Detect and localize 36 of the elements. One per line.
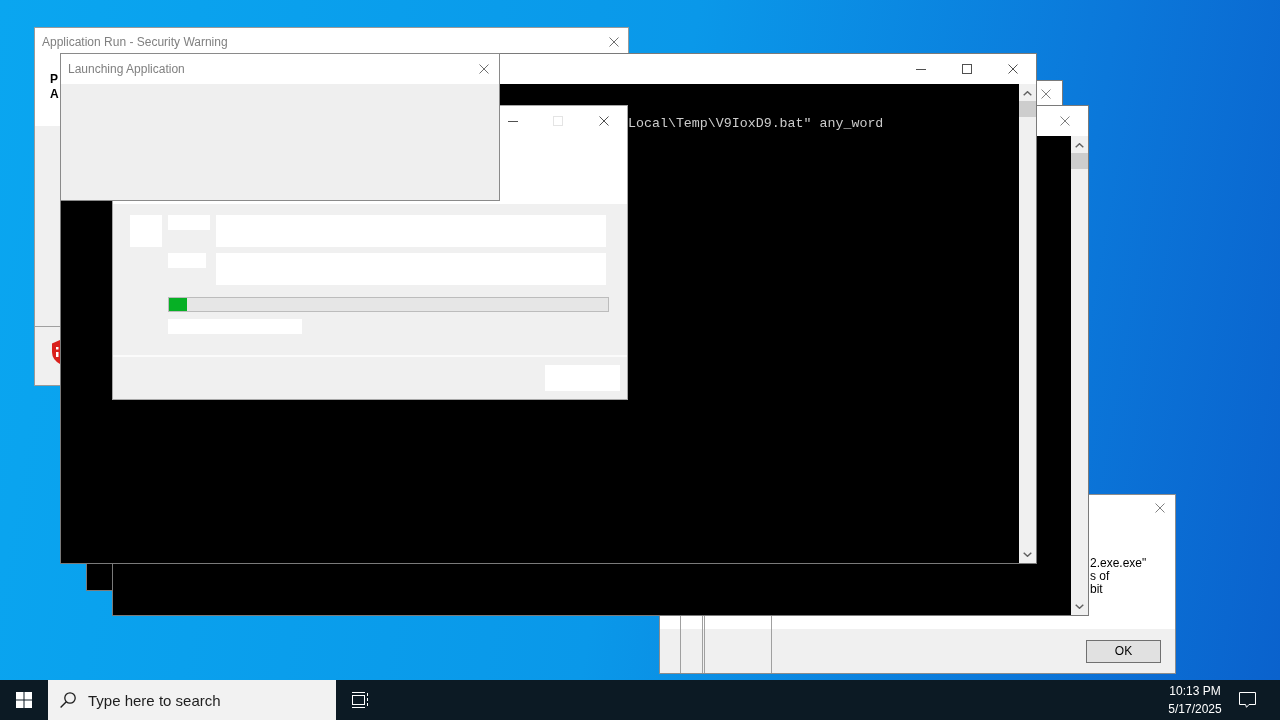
scrollbar[interactable] — [1071, 136, 1088, 615]
date-label: 5/17/2025 — [1168, 701, 1222, 718]
chevron-up-icon — [1075, 143, 1084, 148]
search-icon — [60, 692, 76, 708]
message-text: 2.exe.exe" — [1090, 557, 1147, 570]
close-icon — [1041, 89, 1051, 99]
time-label: 10:13 PM — [1169, 683, 1221, 700]
close-icon — [1060, 116, 1070, 126]
message-text: bit — [1090, 583, 1103, 596]
close-icon — [1008, 64, 1018, 74]
maximize-icon — [553, 116, 563, 126]
minimize-icon — [508, 120, 518, 122]
message-text: s of — [1090, 570, 1110, 583]
scroll-thumb[interactable] — [1019, 101, 1036, 117]
close-icon — [599, 116, 609, 126]
scrollbar[interactable] — [1019, 84, 1036, 563]
maximize-icon — [962, 64, 972, 74]
speech-bubble-icon — [1238, 692, 1256, 708]
ok-button[interactable]: OK — [1086, 639, 1161, 663]
shield-icon — [52, 340, 60, 364]
chevron-down-icon — [1075, 604, 1084, 609]
close-icon — [609, 37, 619, 47]
window-title: Application Run - Security Warning — [42, 34, 228, 50]
chevron-up-icon — [1023, 91, 1032, 96]
warning-text: A — [50, 87, 59, 102]
warning-text: P — [50, 72, 58, 87]
frames-icon — [351, 692, 369, 708]
search-field[interactable]: Type here to search — [48, 680, 336, 720]
scroll-thumb[interactable] — [1071, 153, 1088, 169]
console-text: Local\Temp\V9IoxD9.bat" any_word — [628, 116, 884, 132]
minimize-icon — [916, 68, 926, 70]
chevron-down-icon — [1023, 552, 1032, 557]
close-icon — [1155, 503, 1165, 513]
four-panes-icon — [16, 692, 32, 708]
close-icon — [479, 64, 489, 74]
window-title: Launching Application — [68, 61, 185, 77]
